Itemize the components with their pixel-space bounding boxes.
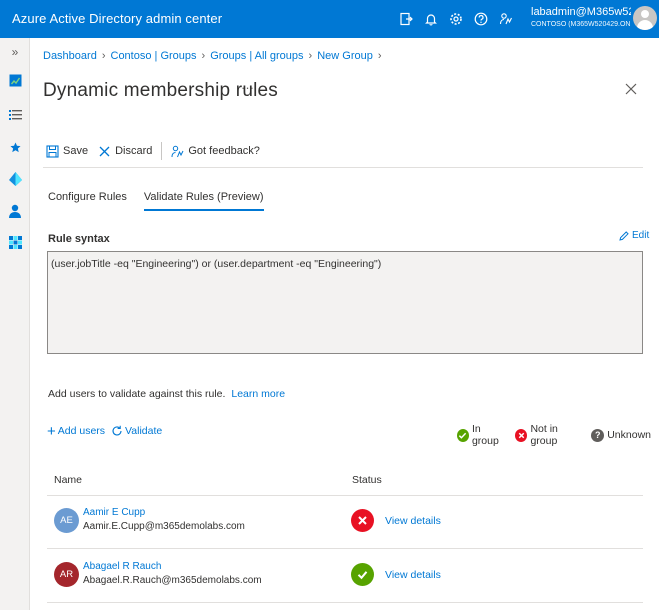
toolbar-separator <box>43 167 643 168</box>
add-users-button[interactable]: + Add users <box>47 422 106 440</box>
breadcrumb-separator: › <box>201 50 206 62</box>
edit-rule-button[interactable]: Edit <box>619 230 649 241</box>
x-circle-icon <box>515 428 528 442</box>
validate-hint: Add users to validate against this rule.… <box>48 388 285 400</box>
learn-more-link[interactable]: Learn more <box>231 388 285 400</box>
breadcrumb-dashboard[interactable]: Dashboard <box>43 50 97 62</box>
command-bar: Save Discard Got feedback? <box>46 141 270 161</box>
enterprise-apps-icon[interactable] <box>7 234 23 250</box>
legend-in-group: In group <box>457 423 507 447</box>
validate-label: Validate <box>125 425 163 437</box>
view-details-link[interactable]: View details <box>385 515 441 527</box>
feedback-icon <box>171 145 184 157</box>
table-row[interactable]: AE Aamir E Cupp Aamir.E.Cupp@m365demolab… <box>47 497 643 549</box>
refresh-icon <box>112 425 122 436</box>
portal-icon[interactable] <box>393 8 418 30</box>
view-details-link[interactable]: View details <box>385 569 441 581</box>
table-row[interactable]: AR Abagael R Rauch Abagael.R.Rauch@m365d… <box>47 551 643 603</box>
account-name: labadmin@M365w5204... <box>531 6 631 18</box>
status-legend: In group Not in group ? Unknown <box>457 423 659 447</box>
dashboard-icon[interactable] <box>7 72 23 88</box>
tab-list: Configure Rules Validate Rules (Preview) <box>48 191 281 211</box>
legend-unknown-label: Unknown <box>607 429 651 441</box>
account-info[interactable]: labadmin@M365w5204... CONTOSO (M365W5204… <box>531 6 631 28</box>
validate-hint-text: Add users to validate against this rule. <box>48 388 226 400</box>
top-bar-icons <box>393 8 518 30</box>
close-icon[interactable] <box>624 82 638 96</box>
account-tenant: CONTOSO (M365W520429.ONM... <box>531 21 631 28</box>
bell-icon[interactable] <box>418 8 443 30</box>
discard-icon <box>99 146 110 156</box>
check-circle-icon <box>457 428 469 442</box>
users-icon[interactable] <box>7 203 23 219</box>
legend-unknown: ? Unknown <box>591 428 651 442</box>
edit-label: Edit <box>632 230 650 241</box>
add-users-label: Add users <box>57 425 106 437</box>
azure-ad-icon[interactable] <box>7 171 23 187</box>
question-circle-icon: ? <box>591 428 605 442</box>
avatar: AE <box>54 508 79 533</box>
breadcrumb-separator: › <box>377 50 382 62</box>
discard-label: Discard <box>115 145 153 157</box>
feedback-button[interactable]: Got feedback? <box>171 145 260 158</box>
save-button[interactable]: Save <box>46 144 89 158</box>
user-name-link[interactable]: Aamir E Cupp <box>83 507 145 518</box>
column-header-name[interactable]: Name <box>54 474 82 486</box>
user-email: Abagael.R.Rauch@m365demolabs.com <box>83 575 262 586</box>
pencil-icon <box>619 230 629 241</box>
breadcrumb-all-groups[interactable]: Groups | All groups <box>210 50 303 62</box>
plus-icon: + <box>47 422 56 440</box>
top-bar: Azure Active Directory admin center laba… <box>0 0 659 38</box>
legend-not-in-group-label: Not in group <box>530 423 558 447</box>
user-email: Aamir.E.Cupp@m365demolabs.com <box>83 521 245 532</box>
user-name-link[interactable]: Abagael R Rauch <box>83 561 161 572</box>
x-circle-icon <box>351 509 374 532</box>
validate-actions: + Add users Validate <box>47 422 168 440</box>
left-nav: » <box>0 38 30 610</box>
expand-nav-icon[interactable]: » <box>7 44 23 60</box>
legend-not-in-group: Not in group <box>515 423 583 447</box>
toolbar-divider <box>161 142 163 160</box>
tab-configure-rules[interactable]: Configure Rules <box>48 191 127 211</box>
user-avatar[interactable] <box>633 6 657 30</box>
validate-button[interactable]: Validate <box>111 425 162 437</box>
column-header-status[interactable]: Status <box>352 474 382 486</box>
more-options-button[interactable]: ··· <box>241 80 254 95</box>
tab-validate-rules[interactable]: Validate Rules (Preview) <box>143 191 264 211</box>
table-header: Name Status <box>47 468 643 496</box>
save-icon <box>46 144 59 158</box>
feedback-label: Got feedback? <box>188 145 260 157</box>
breadcrumb-separator: › <box>308 50 313 62</box>
rule-syntax-box: (user.jobTitle -eq "Engineering") or (us… <box>47 251 643 354</box>
feedback-icon[interactable] <box>493 8 518 30</box>
breadcrumb: Dashboard › Contoso | Groups › Groups | … <box>43 50 387 62</box>
help-icon[interactable] <box>468 8 493 30</box>
app-title[interactable]: Azure Active Directory admin center <box>12 11 222 26</box>
favorites-star-icon[interactable] <box>7 139 23 155</box>
avatar: AR <box>54 562 79 587</box>
breadcrumb-contoso-groups[interactable]: Contoso | Groups <box>111 50 197 62</box>
discard-button[interactable]: Discard <box>98 145 152 158</box>
save-label: Save <box>63 145 89 157</box>
legend-in-group-label: In group <box>471 423 499 447</box>
all-services-icon[interactable] <box>7 106 23 122</box>
rule-syntax-label: Rule syntax <box>48 233 110 245</box>
breadcrumb-new-group[interactable]: New Group <box>317 50 373 62</box>
check-circle-icon <box>351 563 374 586</box>
breadcrumb-separator: › <box>101 50 106 62</box>
gear-icon[interactable] <box>443 8 468 30</box>
